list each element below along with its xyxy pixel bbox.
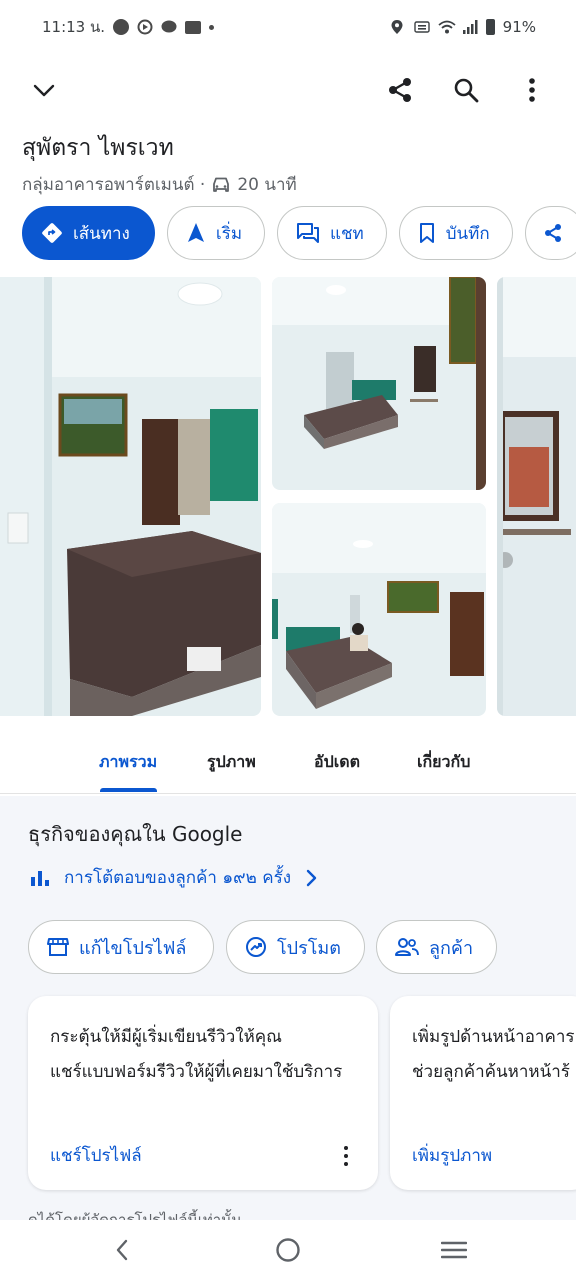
- save-label: บันทึก: [445, 223, 490, 244]
- back-button[interactable]: [102, 1230, 142, 1270]
- mail-notification-icon: [185, 20, 202, 34]
- trending-icon: [246, 937, 266, 957]
- search-icon: [454, 78, 479, 103]
- card-heading: เพิ่มรูปด้านหน้าอาคาร: [412, 1027, 575, 1047]
- directions-icon: [42, 223, 62, 243]
- volte-icon: [413, 19, 430, 35]
- add-photo-card[interactable]: เพิ่มรูปด้านหน้าอาคาร ช่วยลูกค้าค้นหาหน้…: [390, 996, 576, 1190]
- share-profile-link[interactable]: แชร์โปรไฟล์: [50, 1142, 142, 1169]
- signal-icon: [462, 19, 478, 35]
- place-subtitle: กลุ่มอาคารอพาร์ตเมนต์ · 20 นาที: [22, 171, 297, 198]
- more-options-button[interactable]: [512, 70, 552, 110]
- chat-button[interactable]: แชท: [277, 206, 387, 260]
- more-vert-dot: [344, 1162, 348, 1166]
- battery-icon: [485, 19, 495, 35]
- tab-active-indicator: [100, 788, 157, 792]
- customer-interactions-label: การโต้ตอบของลูกค้า ๑๙๒ ครั้ง: [64, 868, 292, 888]
- share-icon: [389, 78, 411, 102]
- tab-bar: ภาพรวม รูปภาพ อัปเดต เกี่ยวกับ: [0, 736, 576, 794]
- customer-interactions-link[interactable]: การโต้ตอบของลูกค้า ๑๙๒ ครั้ง: [30, 864, 317, 891]
- search-button[interactable]: [446, 70, 486, 110]
- chat-notification-icon: [161, 19, 177, 35]
- promote-button[interactable]: โปรโมต: [226, 920, 365, 974]
- directions-button[interactable]: เส้นทาง: [22, 206, 155, 260]
- card-text: เพิ่มรูปด้านหน้าอาคาร ช่วยลูกค้าค้นหาหน้…: [412, 1020, 575, 1090]
- tab-overview[interactable]: ภาพรวม: [99, 750, 157, 775]
- share-chip-button[interactable]: [524, 206, 576, 260]
- save-button[interactable]: บันทึก: [398, 206, 513, 260]
- drive-time: 20 นาที: [237, 175, 297, 195]
- more-vert-dot: [344, 1146, 348, 1150]
- tab-photos[interactable]: รูปภาพ: [207, 750, 256, 775]
- recents-icon: [441, 1241, 467, 1259]
- business-section: ธุรกิจของคุณใน Google การโต้ตอบของลูกค้า…: [0, 796, 576, 1229]
- chevron-right-icon: [306, 869, 317, 886]
- action-chip-row: เส้นทาง เริ่ม แชท บันทึก: [22, 206, 576, 260]
- place-category: กลุ่มอาคารอพาร์ตเมนต์ ·: [22, 175, 206, 195]
- chat-label: แชท: [330, 223, 364, 244]
- clock: 11:13 น.: [42, 18, 106, 36]
- bedroom-photo-image: [272, 277, 486, 490]
- more-vert-icon: [529, 78, 535, 102]
- card-text: กระตุ้นให้มีผู้เริ่มเขียนรีวิวให้คุณ แชร…: [50, 1020, 342, 1090]
- status-bar: 11:13 น. 91%: [0, 0, 576, 54]
- collapse-button[interactable]: [24, 70, 64, 110]
- card-heading: กระตุ้นให้มีผู้เริ่มเขียนรีวิวให้คุณ: [50, 1027, 282, 1047]
- more-vert-dot: [344, 1154, 348, 1158]
- photo-2[interactable]: [272, 277, 486, 490]
- location-icon: [390, 19, 406, 35]
- more-notifications-icon: [209, 24, 215, 30]
- photo-3[interactable]: [272, 503, 486, 716]
- share-button[interactable]: [380, 70, 420, 110]
- customers-button[interactable]: ลูกค้า: [376, 920, 497, 974]
- back-icon: [116, 1239, 128, 1261]
- customers-label: ลูกค้า: [429, 937, 474, 959]
- home-button[interactable]: [268, 1230, 308, 1270]
- bar-chart-icon: [31, 870, 49, 886]
- edit-profile-label: แก้ไขโปรไฟล์: [79, 937, 187, 959]
- promote-label: โปรโมต: [277, 937, 341, 959]
- share-icon: [544, 224, 561, 242]
- add-photo-link[interactable]: เพิ่มรูปภาพ: [412, 1142, 492, 1169]
- navigation-arrow-icon: [187, 223, 204, 242]
- card-description: ช่วยลูกค้าค้นหาหน้าร้: [412, 1062, 570, 1082]
- review-prompt-card[interactable]: กระตุ้นให้มีผู้เริ่มเขียนรีวิวให้คุณ แชร…: [28, 996, 378, 1190]
- directions-label: เส้นทาง: [73, 223, 130, 244]
- business-title: ธุรกิจของคุณใน Google: [28, 822, 243, 846]
- start-label: เริ่ม: [215, 223, 243, 244]
- home-circle-icon: [276, 1238, 300, 1262]
- card-description: แชร์แบบฟอร์มรีวิวให้ผู้ที่เคยมาใช้บริการ: [50, 1062, 343, 1082]
- recents-button[interactable]: [434, 1230, 474, 1270]
- message-notification-icon: [113, 19, 130, 35]
- chat-icon: [297, 223, 320, 243]
- chevron-down-icon: [33, 84, 55, 97]
- photo-main[interactable]: [0, 277, 261, 716]
- car-icon: [213, 177, 230, 192]
- bookmark-icon: [419, 223, 434, 243]
- card-more-button[interactable]: [336, 1142, 356, 1170]
- system-nav-bar: [0, 1220, 576, 1280]
- bedroom-photo-image: [272, 503, 486, 716]
- bedroom-photo-image: [0, 277, 261, 716]
- people-icon: [395, 938, 419, 956]
- place-title: สุพัตรา ไพรเวท: [22, 135, 174, 161]
- sync-notification-icon: [137, 19, 153, 35]
- top-action-bar: [0, 68, 576, 112]
- edit-profile-button[interactable]: แก้ไขโปรไฟล์: [28, 920, 214, 974]
- tab-updates[interactable]: อัปเดต: [314, 750, 360, 775]
- start-button[interactable]: เริ่ม: [166, 206, 266, 260]
- battery-percent: 91%: [502, 18, 536, 36]
- wifi-icon: [438, 19, 456, 35]
- room-photo-image: [497, 277, 576, 716]
- store-icon: [47, 938, 69, 956]
- tab-about[interactable]: เกี่ยวกับ: [417, 750, 470, 775]
- photo-4[interactable]: [497, 277, 576, 716]
